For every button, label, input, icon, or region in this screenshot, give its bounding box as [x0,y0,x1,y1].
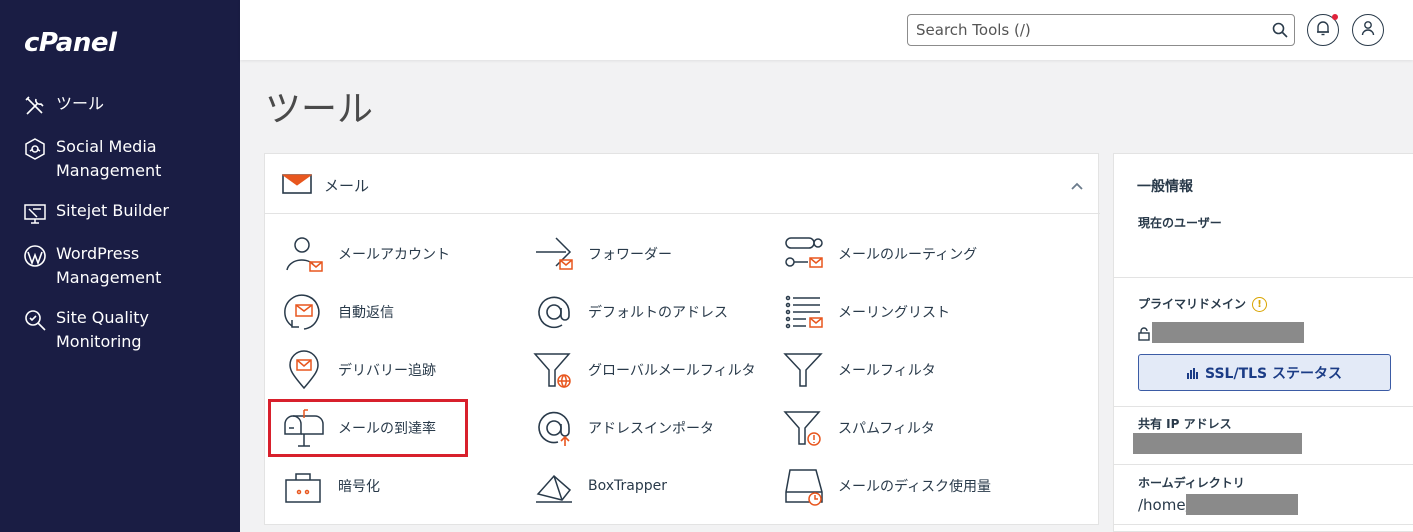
page-title: ツール [265,89,374,130]
tool-label: フォワーダー [588,247,672,263]
mail-section-header[interactable]: メール [265,154,1100,214]
redacted-ip [1133,433,1302,454]
tool-track-delivery[interactable]: デリバリー追跡 [282,345,436,395]
tool-label: デフォルトのアドレス [588,305,728,321]
tool-label: グローバルメールフィルタ [588,363,756,379]
sidebar: cPanel ツール Social Media Management Sitej… [0,0,240,532]
sidebar-item-label: ツール [56,94,105,113]
tool-default-address[interactable]: デフォルトのアドレス [532,287,728,337]
mail-section-title: メール [324,177,370,195]
track-delivery-icon [282,348,326,392]
sidebar-nav: ツール Social Media Management Sitejet Buil… [0,92,240,370]
sidebar-item-social-media[interactable]: Social Media Management [0,135,240,183]
autoresponders-icon [282,290,326,334]
divider [1114,524,1413,525]
email-filters-icon [782,348,826,392]
current-user-label: 現在のユーザー [1138,216,1222,230]
tool-label: BoxTrapper [588,478,667,494]
sidebar-item-site-quality[interactable]: Site Quality Monitoring [0,306,240,354]
ssl-tls-status-label: SSL/TLS ステータス [1205,365,1342,382]
tool-address-importer[interactable]: アドレスインポータ [532,403,714,453]
email-routing-icon [782,232,826,276]
mail-section: メール メールアカウント フォワーダー メールのルーティング 自動返信 デフォル… [264,153,1100,525]
sidebar-item-label: Site Quality Monitoring [56,308,149,351]
tool-label: 自動返信 [338,305,394,321]
divider [1114,464,1413,465]
primary-domain-heading: プライマリドメイン! [1138,295,1268,312]
tool-email-routing[interactable]: メールのルーティング [782,229,977,279]
forwarders-icon [532,232,576,276]
cpanel-logo[interactable]: cPanel [24,28,117,58]
mailing-lists-icon [782,290,826,334]
shared-ip-label: 共有 IP アドレス [1138,417,1232,431]
lock-icon [1138,326,1150,345]
tool-email-accounts[interactable]: メールアカウント [282,229,450,279]
global-email-filters-icon [532,348,576,392]
sidebar-item-label: WordPress Management [56,244,162,287]
sidebar-item-tools[interactable]: ツール [0,92,240,119]
divider [1114,277,1413,278]
site-quality-icon [22,307,48,333]
chevron-up-icon[interactable] [1070,176,1084,195]
social-media-icon [22,136,48,162]
sitejet-icon [22,200,48,226]
bar-chart-icon [1187,367,1199,379]
boxtrapper-icon [532,464,576,508]
tool-global-email-filters[interactable]: グローバルメールフィルタ [532,345,756,395]
search-input[interactable] [916,21,1256,39]
sidebar-item-wordpress[interactable]: WordPress Management [0,242,240,290]
wordpress-icon [22,243,48,269]
bell-icon [1316,20,1330,40]
sidebar-item-sitejet[interactable]: Sitejet Builder [0,199,240,226]
divider [1114,406,1413,407]
tool-email-disk-usage[interactable]: メールのディスク使用量 [782,461,991,511]
user-menu-button[interactable] [1352,14,1384,46]
notification-dot [1332,14,1338,20]
tool-autoresponders[interactable]: 自動返信 [282,287,394,337]
search-box [907,14,1295,46]
spam-filters-icon [782,406,826,450]
general-info-panel: 一般情報 現在のユーザー プライマリドメイン! SSL/TLS ステータス 共有… [1113,153,1413,532]
sidebar-item-label: Social Media Management [56,137,162,180]
sidebar-item-label: Sitejet Builder [56,201,169,220]
tool-spam-filters[interactable]: スパムフィルタ [782,403,935,453]
home-dir-value: /home/ [1138,496,1191,514]
home-dir-label: ホームディレクトリ [1138,476,1245,490]
email-disk-usage-icon [782,464,826,508]
tool-label: メールのディスク使用量 [838,479,992,495]
user-icon [1361,20,1375,40]
top-header [240,0,1413,60]
tool-label: メーリングリスト [838,305,950,321]
warning-icon[interactable]: ! [1252,297,1268,312]
tool-forwarders[interactable]: フォワーダー [532,229,672,279]
tool-label: スパムフィルタ [838,421,935,437]
email-accounts-icon [282,232,326,276]
tool-label: メールのルーティング [838,247,978,263]
ssl-tls-status-button[interactable]: SSL/TLS ステータス [1138,354,1391,391]
tool-mailing-lists[interactable]: メーリングリスト [782,287,950,337]
address-importer-icon [532,406,576,450]
tool-encryption[interactable]: 暗号化 [282,461,380,511]
default-address-icon [532,290,576,334]
tool-label: メールアカウント [338,247,450,263]
search-icon[interactable] [1272,22,1288,42]
tool-email-filters[interactable]: メールフィルタ [782,345,936,395]
redacted-domain [1152,322,1304,343]
primary-domain-label: プライマリドメイン [1138,297,1247,311]
highlight-box [268,399,468,457]
tools-icon [22,93,48,119]
encryption-icon [282,464,326,508]
notifications-button[interactable] [1307,14,1339,46]
tool-label: デリバリー追跡 [338,363,436,379]
tool-label: メールフィルタ [838,363,936,379]
redacted-home-dir [1186,494,1298,515]
tool-boxtrapper[interactable]: BoxTrapper [532,461,667,511]
tool-label: 暗号化 [338,479,380,495]
general-info-title: 一般情報 [1137,179,1193,195]
tool-label: アドレスインポータ [588,421,714,437]
mail-envelope-icon [281,174,313,198]
